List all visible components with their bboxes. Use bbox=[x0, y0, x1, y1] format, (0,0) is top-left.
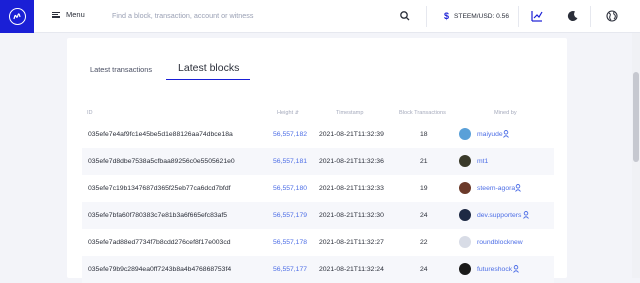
miner-link[interactable]: maiyude bbox=[477, 131, 503, 138]
miner-link[interactable]: dev.supporters bbox=[477, 212, 521, 219]
moon-icon[interactable] bbox=[567, 10, 579, 22]
block-id[interactable]: 035efe7d8dbe7538a5cfbaa89256c0e5505621e0 bbox=[88, 158, 235, 165]
col-id: ID bbox=[87, 110, 93, 116]
block-id[interactable]: 035efe7ad88ed7734f7b8cdd276cef8f17e003cd bbox=[88, 239, 231, 246]
chart-icon[interactable] bbox=[531, 10, 543, 22]
block-tx-count: 18 bbox=[420, 131, 428, 138]
table-row: 035efe7d8dbe7538a5cfbaa89256c0e5505621e0… bbox=[82, 148, 554, 175]
witness-user-icon bbox=[523, 211, 529, 219]
table-row: 035efe79b9c2894ea0ff7243b8a4b476868753f4… bbox=[82, 256, 554, 283]
miner-avatar bbox=[459, 209, 471, 221]
menu-label: Menu bbox=[66, 10, 85, 19]
block-tx-count: 19 bbox=[420, 185, 428, 192]
block-id[interactable]: 035efe7c19b1347687d365f25eb77ca6dcd7bfdf bbox=[88, 185, 231, 192]
col-transactions: Block Transactions bbox=[399, 110, 446, 116]
miner-link[interactable]: roundblocknew bbox=[477, 239, 523, 246]
miner-avatar bbox=[459, 155, 471, 167]
table-row: 035efe7e4af9fc1e45be5d1e88126aa74dbce18a… bbox=[82, 121, 554, 148]
tab-latest-transactions[interactable]: Latest transactions bbox=[90, 60, 162, 80]
miner-avatar bbox=[459, 236, 471, 248]
block-tx-count: 24 bbox=[420, 212, 428, 219]
divider bbox=[590, 6, 591, 27]
block-timestamp: 2021-08-21T11:32:33 bbox=[319, 185, 384, 192]
miner-avatar bbox=[459, 128, 471, 140]
table-row: 035efe7bfa60f780383c7e81b3a6f665efc83af5… bbox=[82, 202, 554, 229]
miner-link[interactable]: steem-agora bbox=[477, 185, 515, 192]
col-timestamp: Timestamp bbox=[336, 110, 364, 116]
block-id[interactable]: 035efe79b9c2894ea0ff7243b8a4b476868753f4 bbox=[88, 266, 231, 273]
witness-user-icon bbox=[513, 265, 519, 273]
miner-link[interactable]: mt1 bbox=[477, 158, 488, 165]
miner-link[interactable]: futureshock bbox=[477, 266, 512, 273]
menu-button[interactable]: Menu bbox=[52, 10, 85, 19]
price-ticker: $ STEEM/USD: 0.56 bbox=[444, 11, 509, 21]
block-height-link[interactable]: 56,557,181 bbox=[273, 158, 307, 165]
col-height[interactable]: Height ⇵ bbox=[277, 110, 299, 116]
miner-avatar bbox=[459, 182, 471, 194]
block-timestamp: 2021-08-21T11:32:27 bbox=[319, 239, 384, 246]
price-label: STEEM/USD: 0.56 bbox=[454, 12, 509, 20]
search-input[interactable]: Find a block, transaction, account or wi… bbox=[112, 11, 412, 20]
block-timestamp: 2021-08-21T11:32:24 bbox=[319, 266, 384, 273]
divider bbox=[518, 6, 519, 27]
search-icon[interactable] bbox=[399, 10, 411, 22]
block-timestamp: 2021-08-21T11:32:30 bbox=[319, 212, 384, 219]
table-row: 035efe7c19b1347687d365f25eb77ca6dcd7bfdf… bbox=[82, 175, 554, 202]
block-tx-count: 21 bbox=[420, 158, 428, 165]
miner-avatar bbox=[459, 263, 471, 275]
steem-logo[interactable] bbox=[0, 0, 34, 33]
block-timestamp: 2021-08-21T11:32:39 bbox=[319, 131, 384, 138]
sort-icon: ⇵ bbox=[294, 110, 299, 116]
dollar-icon: $ bbox=[444, 11, 450, 21]
globe-icon[interactable] bbox=[606, 10, 618, 22]
logo-icon bbox=[8, 8, 26, 25]
witness-user-icon bbox=[503, 130, 509, 138]
tab-bar: Latest transactions Latest blocks bbox=[90, 60, 251, 80]
block-height-link[interactable]: 56,557,182 bbox=[273, 131, 307, 138]
block-height-link[interactable]: 56,557,179 bbox=[273, 212, 307, 219]
table-row: 035efe7ad88ed7734f7b8cdd276cef8f17e003cd… bbox=[82, 229, 554, 256]
block-height-link[interactable]: 56,557,177 bbox=[273, 266, 307, 273]
col-mined-by: Mined by bbox=[494, 110, 517, 116]
top-bar: Menu Find a block, transaction, account … bbox=[0, 0, 640, 33]
col-height-label: Height bbox=[277, 110, 294, 116]
divider bbox=[426, 6, 427, 27]
witness-user-icon bbox=[515, 184, 521, 192]
hamburger-icon bbox=[52, 11, 60, 18]
block-height-link[interactable]: 56,557,178 bbox=[273, 239, 307, 246]
scrollbar-thumb[interactable] bbox=[633, 72, 639, 162]
block-timestamp: 2021-08-21T11:32:36 bbox=[319, 158, 384, 165]
block-id[interactable]: 035efe7e4af9fc1e45be5d1e88126aa74dbce18a bbox=[88, 131, 233, 138]
block-tx-count: 22 bbox=[420, 239, 428, 246]
block-id[interactable]: 035efe7bfa60f780383c7e81b3a6f665efc83af5 bbox=[88, 212, 227, 219]
block-height-link[interactable]: 56,557,180 bbox=[273, 185, 307, 192]
block-tx-count: 24 bbox=[420, 266, 428, 273]
tab-latest-blocks[interactable]: Latest blocks bbox=[166, 62, 251, 80]
